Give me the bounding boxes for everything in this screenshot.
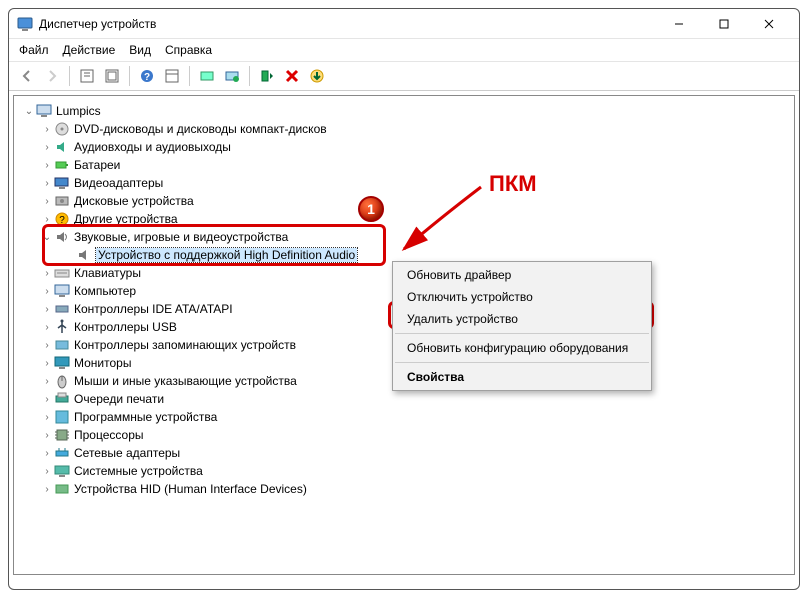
chevron-right-icon[interactable]: › (40, 268, 54, 279)
tool-btn-1[interactable] (75, 65, 99, 87)
chevron-down-icon[interactable]: ⌄ (40, 232, 54, 243)
ctx-disable-device[interactable]: Отключить устройство (393, 286, 651, 308)
tree-item[interactable]: ›Дисковые устройства (18, 192, 790, 210)
menu-action[interactable]: Действие (63, 43, 116, 57)
ctx-update-driver[interactable]: Обновить драйвер (393, 264, 651, 286)
app-icon (17, 16, 33, 32)
menu-view[interactable]: Вид (129, 43, 151, 57)
toolbar: ? (9, 62, 799, 91)
tree-item-sound[interactable]: ⌄Звуковые, игровые и видеоустройства (18, 228, 790, 246)
menubar: Файл Действие Вид Справка (9, 39, 799, 62)
tool-btn-2[interactable] (100, 65, 124, 87)
monitor-icon (54, 355, 70, 371)
tool-btn-4[interactable] (160, 65, 184, 87)
close-button[interactable] (746, 10, 791, 38)
other-icon: ? (54, 211, 70, 227)
chevron-right-icon[interactable]: › (40, 196, 54, 207)
toolbar-separator (189, 66, 190, 86)
menu-help[interactable]: Справка (165, 43, 212, 57)
tree-item[interactable]: ›?Другие устройства (18, 210, 790, 228)
software-icon (54, 409, 70, 425)
sound-icon (54, 229, 70, 245)
tree-item[interactable]: ›Очереди печати (18, 390, 790, 408)
root-label: Lumpics (56, 104, 101, 118)
tree-item[interactable]: ›Процессоры (18, 426, 790, 444)
selected-device-label: Устройство с поддержкой High Definition … (96, 248, 357, 262)
computer-icon (36, 103, 52, 119)
chevron-right-icon[interactable]: › (40, 178, 54, 189)
chevron-down-icon[interactable]: ⌄ (22, 106, 36, 117)
titlebar: Диспетчер устройств (9, 9, 799, 39)
chevron-right-icon[interactable]: › (40, 322, 54, 333)
tree-item[interactable]: ›Сетевые адаптеры (18, 444, 790, 462)
chevron-right-icon[interactable]: › (40, 484, 54, 495)
audio-io-icon (54, 139, 70, 155)
tree-item[interactable]: ›DVD-дисководы и дисководы компакт-диско… (18, 120, 790, 138)
tool-btn-5[interactable] (195, 65, 219, 87)
usb-icon (54, 319, 70, 335)
ide-icon (54, 301, 70, 317)
keyboard-icon (54, 265, 70, 281)
toolbar-separator (69, 66, 70, 86)
chevron-right-icon[interactable]: › (40, 160, 54, 171)
chevron-right-icon[interactable]: › (40, 304, 54, 315)
mouse-icon (54, 373, 70, 389)
ctx-separator (395, 333, 649, 334)
network-icon (54, 445, 70, 461)
dvd-icon (54, 121, 70, 137)
tree-item[interactable]: ›Системные устройства (18, 462, 790, 480)
forward-button[interactable] (40, 65, 64, 87)
chevron-right-icon[interactable]: › (40, 358, 54, 369)
refresh-button[interactable] (220, 65, 244, 87)
sound-device-icon (76, 247, 92, 263)
ctx-refresh-config[interactable]: Обновить конфигурацию оборудования (393, 337, 651, 359)
tree-item[interactable]: ›Видеоадаптеры (18, 174, 790, 192)
ctx-properties[interactable]: Свойства (393, 366, 651, 388)
chevron-right-icon[interactable]: › (40, 412, 54, 423)
delete-button[interactable] (280, 65, 304, 87)
tool-btn-7[interactable] (255, 65, 279, 87)
hid-icon (54, 481, 70, 497)
download-button[interactable] (305, 65, 329, 87)
svg-text:?: ? (59, 215, 65, 226)
cpu-icon (54, 427, 70, 443)
chevron-right-icon[interactable]: › (40, 430, 54, 441)
ctx-separator (395, 362, 649, 363)
display-adapter-icon (54, 175, 70, 191)
tree-item[interactable]: ›Батареи (18, 156, 790, 174)
chevron-right-icon[interactable]: › (40, 340, 54, 351)
tree-item[interactable]: ›Аудиовходы и аудиовыходы (18, 138, 790, 156)
back-button[interactable] (15, 65, 39, 87)
device-tree[interactable]: ⌄ Lumpics ›DVD-дисководы и дисководы ком… (13, 95, 795, 575)
ctx-uninstall-device[interactable]: Удалить устройство (393, 308, 651, 330)
tree-item[interactable]: ›Устройства HID (Human Interface Devices… (18, 480, 790, 498)
chevron-right-icon[interactable]: › (40, 286, 54, 297)
maximize-button[interactable] (701, 10, 746, 38)
toolbar-separator (129, 66, 130, 86)
chevron-right-icon[interactable]: › (40, 448, 54, 459)
window-title: Диспетчер устройств (39, 17, 656, 31)
battery-icon (54, 157, 70, 173)
svg-text:?: ? (144, 72, 150, 83)
pc-icon (54, 283, 70, 299)
window-controls (656, 10, 791, 38)
context-menu: Обновить драйвер Отключить устройство Уд… (392, 261, 652, 391)
toolbar-separator (249, 66, 250, 86)
system-icon (54, 463, 70, 479)
chevron-right-icon[interactable]: › (40, 394, 54, 405)
menu-file[interactable]: Файл (19, 43, 49, 57)
help-button[interactable]: ? (135, 65, 159, 87)
chevron-right-icon[interactable]: › (40, 142, 54, 153)
tree-root[interactable]: ⌄ Lumpics (18, 102, 790, 120)
chevron-right-icon[interactable]: › (40, 466, 54, 477)
tree-item[interactable]: ›Программные устройства (18, 408, 790, 426)
chevron-right-icon[interactable]: › (40, 214, 54, 225)
chevron-right-icon[interactable]: › (40, 376, 54, 387)
minimize-button[interactable] (656, 10, 701, 38)
disk-icon (54, 193, 70, 209)
chevron-right-icon[interactable]: › (40, 124, 54, 135)
printer-icon (54, 391, 70, 407)
storage-icon (54, 337, 70, 353)
window: Диспетчер устройств Файл Действие Вид Сп… (8, 8, 800, 590)
